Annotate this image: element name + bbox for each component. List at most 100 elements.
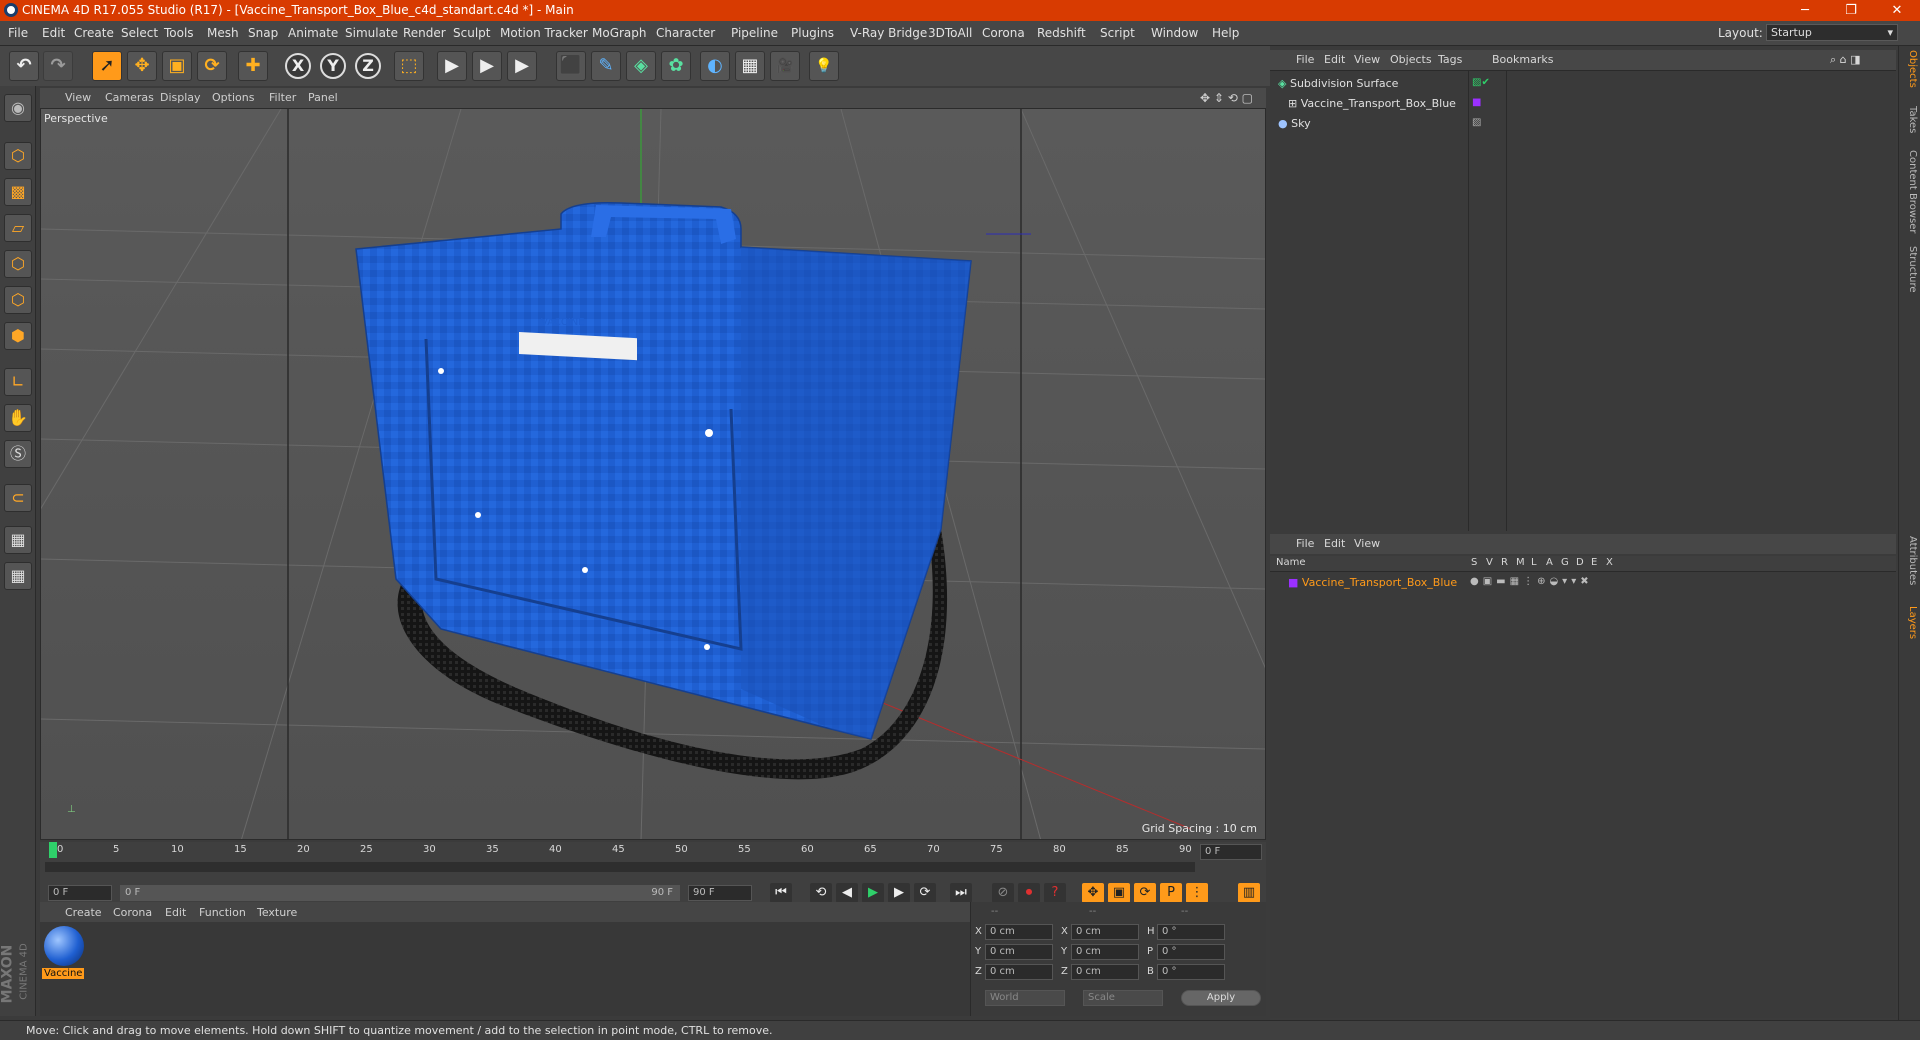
move-tool-button[interactable]: ✥ [127, 51, 157, 81]
menu-corona[interactable]: Corona [982, 26, 1025, 40]
workplane-mode-icon[interactable]: ▱ [4, 214, 32, 242]
perspective-viewport[interactable]: VACCINE Perspective Grid Spacing : 10 cm… [40, 108, 1266, 840]
layer-flags-icons[interactable]: ●▣▬▦⋮⊕◒▾▾✖ [1470, 576, 1593, 587]
tab-attributes[interactable]: Attributes [1902, 536, 1918, 585]
menu-mograph[interactable]: MoGraph [592, 26, 647, 40]
mat-menu-corona[interactable]: Corona [113, 906, 152, 919]
layer-menu-file[interactable]: File [1296, 537, 1314, 550]
checkmark-icon[interactable]: ▨✔ [1472, 77, 1490, 88]
end-frame-field[interactable]: 90 F [688, 885, 752, 901]
previous-frame-icon[interactable]: ◀ [836, 883, 858, 903]
model-mode-icon[interactable]: ⬡ [4, 142, 32, 170]
viewport-menu-view[interactable]: View [65, 91, 91, 104]
mat-menu-edit[interactable]: Edit [165, 906, 186, 919]
minimize-button[interactable]: ─ [1782, 0, 1828, 21]
coord-y-size-field[interactable]: 0 cm [1071, 944, 1139, 960]
key-position-icon[interactable]: ✥ [1082, 883, 1104, 903]
tab-content-browser[interactable]: Content Browser [1902, 150, 1918, 233]
coord-b-rotation-field[interactable]: 0 ° [1157, 964, 1225, 980]
play-icon[interactable]: ▶ [862, 883, 884, 903]
coord-scale-dropdown[interactable]: Scale [1083, 990, 1163, 1006]
planar-workplane-icon[interactable]: ▦ [4, 562, 32, 590]
current-frame-field[interactable]: 0 F [1200, 844, 1262, 860]
timeline-window-icon[interactable]: ▥ [1238, 883, 1260, 903]
select-tool-button[interactable]: ➚ [92, 51, 122, 81]
menu-3dtoall[interactable]: 3DToAll [928, 26, 972, 40]
key-rotation-icon[interactable]: ⟳ [1134, 883, 1156, 903]
coord-p-rotation-field[interactable]: 0 ° [1157, 944, 1225, 960]
subdivision-surface-button[interactable]: ◈ [626, 51, 656, 81]
render-picture-viewer-button[interactable]: ▶ [472, 51, 502, 81]
restore-button[interactable]: ❐ [1828, 0, 1874, 21]
floor-button[interactable]: ▦ [735, 51, 765, 81]
layer-menu-edit[interactable]: Edit [1324, 537, 1345, 550]
key-parameter-icon[interactable]: P [1160, 883, 1182, 903]
menu-character[interactable]: Character [656, 26, 715, 40]
object-row-vaccine-box[interactable]: ⊞ Vaccine_Transport_Box_Blue [1288, 95, 1468, 113]
timeline-ruler[interactable]: 0 5 10 15 20 25 30 35 40 45 50 55 60 65 … [40, 842, 1266, 878]
viewport-menu-filter[interactable]: Filter [269, 91, 296, 104]
next-frame-icon[interactable]: ▶ [888, 883, 910, 903]
cloner-button[interactable]: ✿ [661, 51, 691, 81]
frame-range-slider[interactable]: 0 F 90 F [120, 885, 680, 901]
coord-z-size-field[interactable]: 0 cm [1071, 964, 1139, 980]
coord-x-position-field[interactable]: 0 cm [985, 924, 1053, 940]
layer-row-vaccine-box[interactable]: ■ Vaccine_Transport_Box_Blue [1288, 574, 1468, 592]
menu-tools[interactable]: Tools [164, 26, 194, 40]
visibility-icon[interactable]: ▨ [1472, 117, 1481, 128]
coord-x-size-field[interactable]: 0 cm [1071, 924, 1139, 940]
start-frame-field[interactable]: 0 F [48, 885, 112, 901]
viewport-menu-options[interactable]: Options [212, 91, 254, 104]
rotate-tool-button[interactable]: ⟳ [197, 51, 227, 81]
render-settings-button[interactable]: ▶ [507, 51, 537, 81]
viewport-nav-icons[interactable]: ✥ ⇕ ⟲ ▢ [1200, 91, 1253, 105]
autokey-icon[interactable]: ? [1044, 883, 1066, 903]
coord-z-position-field[interactable]: 0 cm [985, 964, 1053, 980]
menu-create[interactable]: Create [74, 26, 114, 40]
obj-search-icon[interactable]: ⌕ ⌂ ◨ [1830, 53, 1861, 67]
mat-menu-create[interactable]: Create [65, 906, 102, 919]
key-pla-icon[interactable]: ⋮ [1186, 883, 1208, 903]
obj-menu-edit[interactable]: Edit [1324, 53, 1345, 66]
coordinate-system-button[interactable]: ⬚ [394, 51, 424, 81]
layer-menu-view[interactable]: View [1354, 537, 1380, 550]
cube-primitive-button[interactable]: ⬛ [556, 51, 586, 81]
menu-motion-tracker[interactable]: Motion Tracker [500, 26, 588, 40]
x-axis-lock-button[interactable]: X [285, 53, 311, 79]
material-name-vaccine[interactable]: Vaccine [42, 968, 85, 979]
tab-objects[interactable]: Objects [1902, 50, 1918, 88]
record-keys-icon[interactable]: ⏺ [1018, 883, 1040, 903]
mat-menu-texture[interactable]: Texture [257, 906, 297, 919]
mat-menu-function[interactable]: Function [199, 906, 246, 919]
viewport-menu-cameras[interactable]: Cameras [105, 91, 154, 104]
texture-mode-icon[interactable]: ▩ [4, 178, 32, 206]
object-row-subdivision-surface[interactable]: ◈ Subdivision Surface [1278, 75, 1468, 93]
motion-record-icon[interactable]: ⊘ [992, 883, 1014, 903]
menu-edit[interactable]: Edit [42, 26, 65, 40]
menu-redshift[interactable]: Redshift [1037, 26, 1086, 40]
deformer-button[interactable]: ◐ [700, 51, 730, 81]
go-to-start-icon[interactable]: ⏮ [770, 883, 792, 903]
light-button[interactable]: 💡 [809, 51, 839, 81]
axis-mode-icon[interactable]: ∟ [4, 368, 32, 396]
menu-script[interactable]: Script [1100, 26, 1135, 40]
object-row-sky[interactable]: ● Sky [1278, 115, 1468, 133]
key-scale-icon[interactable]: ▣ [1108, 883, 1130, 903]
z-axis-lock-button[interactable]: Z [355, 53, 381, 79]
make-editable-icon[interactable]: ◉ [4, 94, 32, 122]
last-tool-button[interactable]: ✚ [238, 51, 268, 81]
obj-menu-file[interactable]: File [1296, 53, 1314, 66]
obj-menu-view[interactable]: View [1354, 53, 1380, 66]
redo-button[interactable]: ↷ [43, 51, 73, 81]
layer-color-icon[interactable]: ■ [1472, 97, 1481, 108]
snap-icon[interactable]: ⊂ [4, 484, 32, 512]
menu-select[interactable]: Select [121, 26, 158, 40]
menu-mesh[interactable]: Mesh [207, 26, 239, 40]
edges-mode-icon[interactable]: ⬡ [4, 286, 32, 314]
render-view-button[interactable]: ▶ [437, 51, 467, 81]
menu-sculpt[interactable]: Sculpt [453, 26, 490, 40]
solo-mode-icon[interactable]: Ⓢ [4, 440, 32, 468]
viewport-menu-display[interactable]: Display [160, 91, 201, 104]
undo-button[interactable]: ↶ [9, 51, 39, 81]
coord-world-dropdown[interactable]: World [985, 990, 1065, 1006]
